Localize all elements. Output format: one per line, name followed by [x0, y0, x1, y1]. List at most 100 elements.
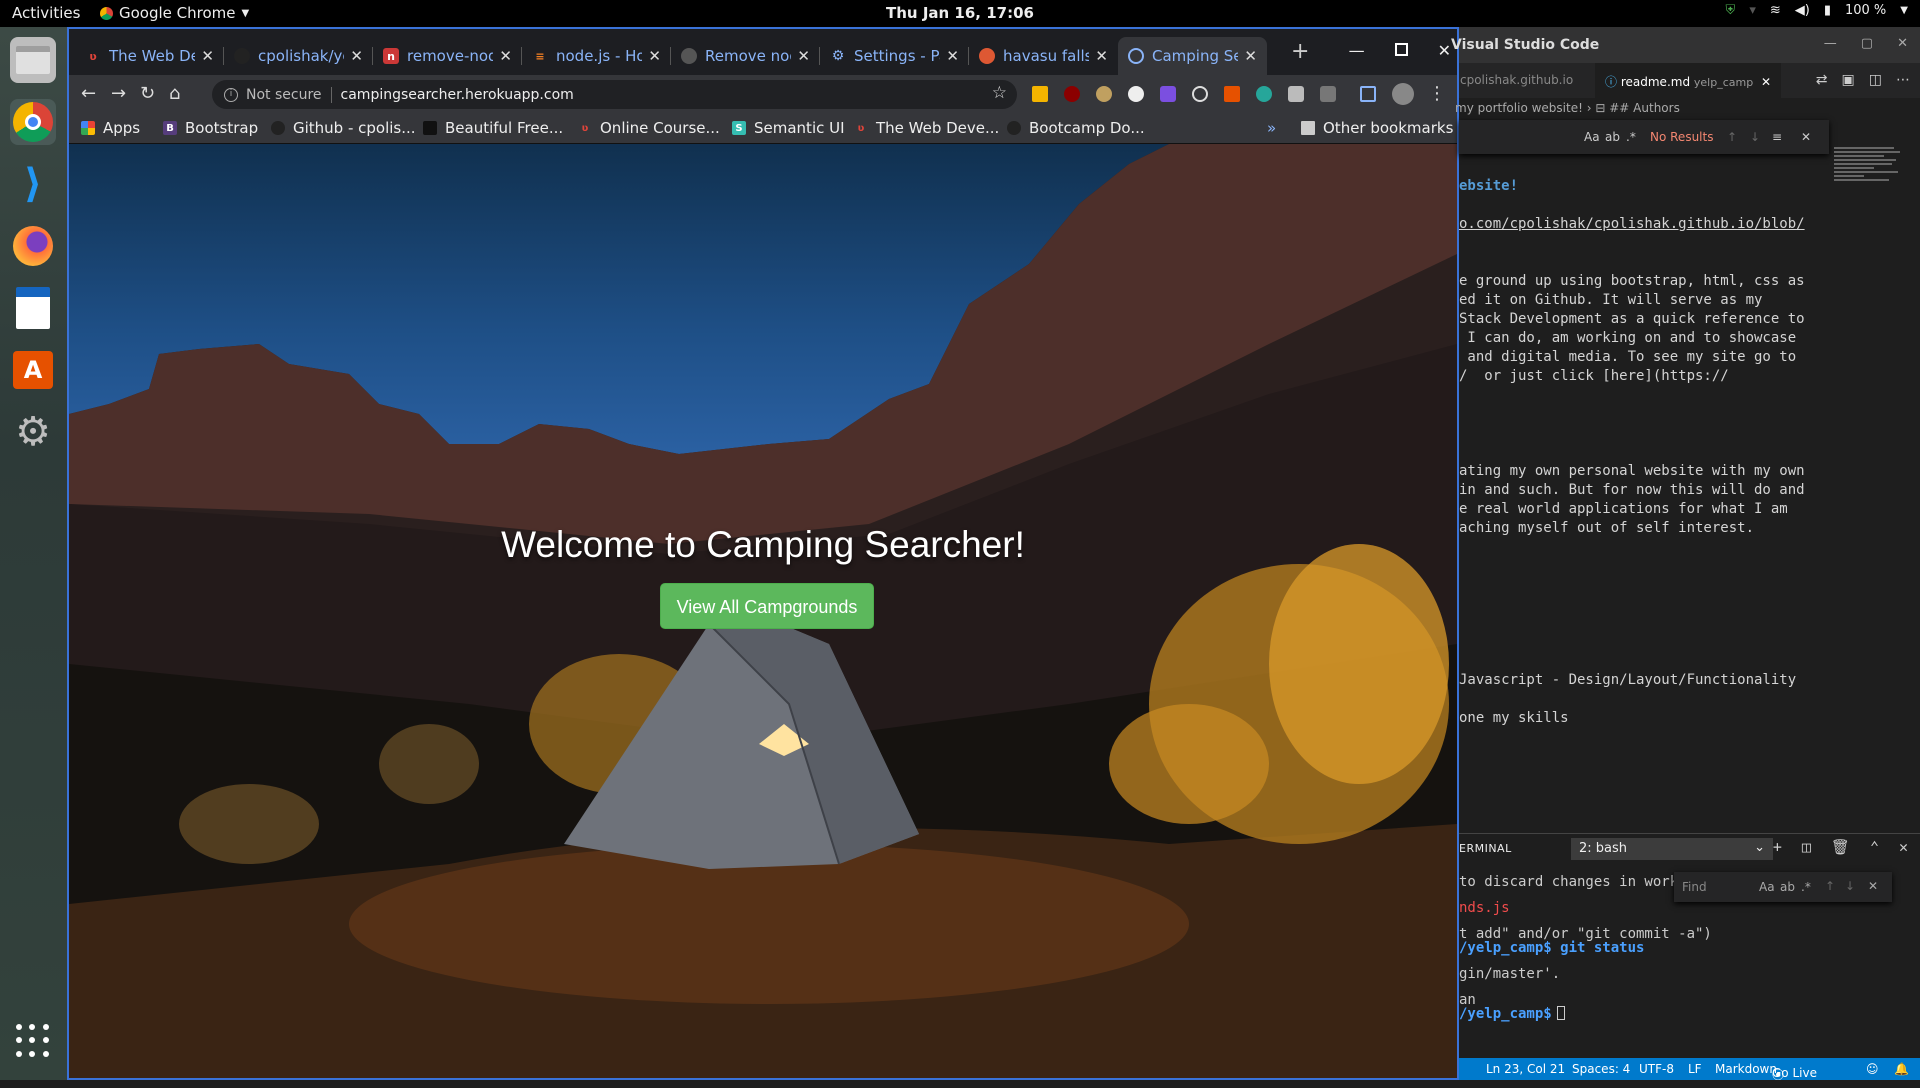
- extension-icon[interactable]: [1128, 86, 1144, 102]
- volume-icon[interactable]: ◀): [1795, 3, 1810, 18]
- whole-word-icon[interactable]: ab: [1605, 130, 1620, 144]
- vscode-icon[interactable]: ⟩: [10, 161, 56, 207]
- back-icon[interactable]: ←: [81, 83, 96, 104]
- tab-cpolishak-github-io[interactable]: cpolishak.github.io: [1460, 73, 1573, 87]
- indentation[interactable]: Spaces: 4: [1572, 1062, 1630, 1076]
- firefox-icon[interactable]: [10, 223, 56, 269]
- tab-github-remove-node[interactable]: Remove nod ✕: [671, 37, 820, 75]
- writer-icon[interactable]: [10, 285, 56, 331]
- close-icon[interactable]: ✕: [1095, 47, 1108, 65]
- info-icon[interactable]: i: [224, 87, 238, 102]
- wifi-icon[interactable]: ≋: [1770, 3, 1781, 18]
- extension-icon[interactable]: [1320, 86, 1336, 102]
- battery-icon[interactable]: ▮: [1824, 3, 1831, 18]
- extension-icon[interactable]: [1256, 86, 1272, 102]
- terminal-find-input[interactable]: Find: [1682, 880, 1707, 894]
- close-icon[interactable]: ✕: [797, 47, 810, 65]
- avatar[interactable]: [1392, 83, 1414, 105]
- other-bookmarks[interactable]: Other bookmarks: [1301, 119, 1453, 137]
- more-menu-icon[interactable]: ⋮: [1428, 83, 1446, 104]
- next-match-icon[interactable]: ↓: [1845, 879, 1855, 893]
- minimize-icon[interactable]: —: [1349, 41, 1365, 60]
- minimap[interactable]: [1834, 147, 1904, 207]
- system-menu-arrow-icon[interactable]: ▼: [1900, 5, 1908, 16]
- show-applications-icon[interactable]: [16, 1024, 50, 1058]
- panel-tab-terminal[interactable]: ERMINAL: [1459, 842, 1512, 855]
- minimize-icon[interactable]: —: [1824, 36, 1837, 51]
- language-mode[interactable]: Markdown: [1715, 1062, 1777, 1076]
- bookmark-beautiful-free[interactable]: Beautiful Free...: [423, 119, 563, 137]
- ublock-icon[interactable]: [1064, 86, 1080, 102]
- close-icon[interactable]: ✕: [1868, 879, 1878, 893]
- extension-star-icon[interactable]: [1032, 86, 1048, 102]
- bookmark-web-developer[interactable]: ʋ The Web Deve...: [854, 119, 1000, 137]
- whole-word-icon[interactable]: ab: [1780, 880, 1795, 894]
- media-controls-icon[interactable]: [1360, 86, 1376, 102]
- close-icon[interactable]: ✕: [648, 47, 661, 65]
- bookmark-github[interactable]: Github - cpolis...: [271, 119, 416, 137]
- regex-icon[interactable]: .*: [1801, 880, 1811, 894]
- extension-icon[interactable]: [1160, 86, 1176, 102]
- tab-havasu-falls[interactable]: havasu falls ✕: [969, 37, 1118, 75]
- files-icon[interactable]: [10, 37, 56, 83]
- match-case-icon[interactable]: Aa: [1759, 880, 1775, 894]
- chrome-icon[interactable]: [10, 99, 56, 145]
- shield-icon[interactable]: ⛨: [1726, 3, 1736, 18]
- home-icon[interactable]: ⌂: [169, 83, 180, 104]
- terminal-select[interactable]: 2: bash ⌄: [1571, 838, 1773, 860]
- breadcrumb-item[interactable]: ## Authors: [1609, 101, 1680, 115]
- close-window-icon[interactable]: ✕: [1897, 36, 1908, 51]
- app-menu[interactable]: Google Chrome ▼: [100, 4, 249, 22]
- previous-match-icon[interactable]: ↑: [1825, 879, 1835, 893]
- url-text[interactable]: campingsearcher.herokuapp.com: [341, 87, 574, 103]
- settings-icon[interactable]: ⚙: [10, 409, 56, 455]
- split-terminal-icon[interactable]: ◫: [1802, 838, 1811, 856]
- bookmark-bootstrap[interactable]: B Bootstrap: [163, 119, 258, 137]
- bookmark-online-course[interactable]: ʋ Online Course...: [578, 119, 720, 137]
- close-icon[interactable]: ✕: [1761, 75, 1771, 89]
- system-tray[interactable]: ⛨ ▾ ≋ ◀) ▮ 100 % ▼: [1726, 3, 1908, 18]
- new-terminal-icon[interactable]: +: [1773, 838, 1782, 856]
- end-of-line[interactable]: LF: [1688, 1062, 1702, 1076]
- new-tab-button[interactable]: +: [1291, 39, 1309, 64]
- editor-code[interactable]: ebsite! o.com/cpolishak/cpolishak.github…: [1459, 177, 1805, 726]
- activities-button[interactable]: Activities: [12, 4, 80, 22]
- next-match-icon[interactable]: ↓: [1750, 130, 1760, 144]
- preview-icon[interactable]: ▣: [1842, 72, 1855, 88]
- close-window-icon[interactable]: ✕: [1438, 41, 1451, 60]
- bookmark-apps[interactable]: Apps: [81, 119, 140, 137]
- close-icon[interactable]: ✕: [350, 47, 363, 65]
- regex-icon[interactable]: .*: [1626, 130, 1636, 144]
- terminal-output[interactable]: to discard changes in work nds.js t add"…: [1459, 874, 1712, 1034]
- split-editor-icon[interactable]: ◫: [1869, 72, 1882, 88]
- tab-camping-searcher[interactable]: Camping Se ✕: [1118, 37, 1267, 75]
- tab-settings[interactable]: ⚙ Settings - Pa ✕: [820, 37, 969, 75]
- tab-github-yelp[interactable]: cpolishak/ye ✕: [224, 37, 373, 75]
- bookmarks-overflow-icon[interactable]: »: [1267, 119, 1276, 137]
- match-case-icon[interactable]: Aa: [1584, 130, 1600, 144]
- react-devtools-icon[interactable]: [1192, 86, 1208, 102]
- feedback-icon[interactable]: ☺: [1866, 1062, 1879, 1076]
- close-icon[interactable]: ✕: [499, 47, 512, 65]
- previous-match-icon[interactable]: ↑: [1727, 130, 1737, 144]
- compare-icon[interactable]: ⇄: [1816, 72, 1828, 88]
- view-all-campgrounds-button[interactable]: View All Campgrounds: [660, 583, 874, 629]
- close-icon[interactable]: ✕: [1244, 47, 1257, 65]
- address-bar[interactable]: i Not secure campingsearcher.herokuapp.c…: [212, 80, 1017, 109]
- extension-icon[interactable]: [1096, 86, 1112, 102]
- software-icon[interactable]: A: [10, 347, 56, 393]
- close-icon[interactable]: ✕: [1899, 838, 1908, 856]
- forward-icon[interactable]: →: [111, 83, 126, 104]
- encoding[interactable]: UTF-8: [1639, 1062, 1674, 1076]
- close-icon[interactable]: ✕: [946, 47, 959, 65]
- reload-icon[interactable]: ↻: [140, 83, 155, 104]
- tab-stackoverflow[interactable]: ≡ node.js - Ho ✕: [522, 37, 671, 75]
- more-actions-icon[interactable]: ⋯: [1896, 72, 1910, 88]
- close-icon[interactable]: ✕: [201, 47, 214, 65]
- bookmark-star-icon[interactable]: ☆: [992, 83, 1007, 103]
- extension-icon[interactable]: [1288, 86, 1304, 102]
- trash-icon[interactable]: 🗑: [1831, 838, 1850, 856]
- bookmark-semantic-ui[interactable]: S Semantic UI: [732, 119, 845, 137]
- tab-readme[interactable]: ⓘ readme.md yelp_camp ✕: [1595, 63, 1781, 98]
- extension-icon[interactable]: [1224, 86, 1240, 102]
